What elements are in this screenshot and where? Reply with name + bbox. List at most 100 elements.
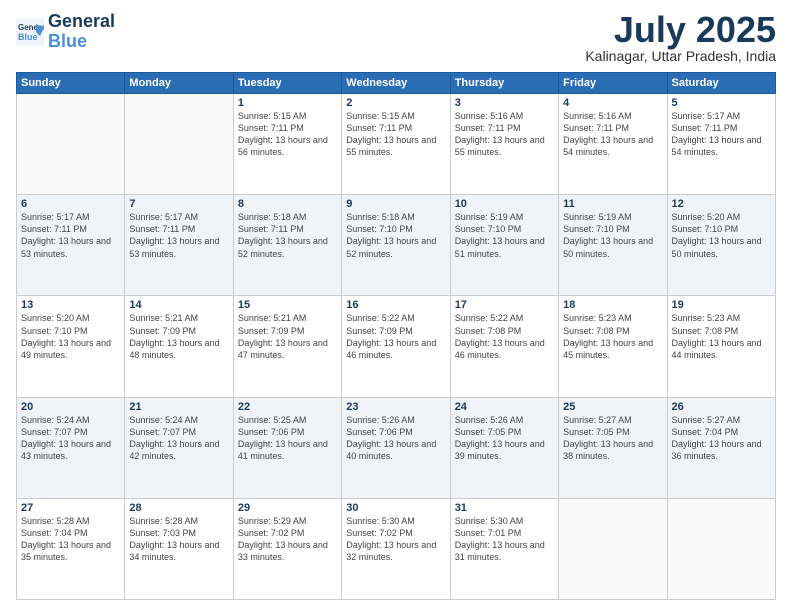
header: General Blue General Blue July 2025 Kali… <box>16 12 776 64</box>
table-row: 27Sunrise: 5:28 AMSunset: 7:04 PMDayligh… <box>17 498 125 599</box>
header-saturday: Saturday <box>667 73 775 94</box>
table-row: 7Sunrise: 5:17 AMSunset: 7:11 PMDaylight… <box>125 195 233 296</box>
day-number: 27 <box>21 502 120 514</box>
day-info: Sunrise: 5:30 AMSunset: 7:01 PMDaylight:… <box>455 515 554 564</box>
table-row: 17Sunrise: 5:22 AMSunset: 7:08 PMDayligh… <box>450 296 558 397</box>
day-number: 18 <box>563 299 662 311</box>
day-number: 12 <box>672 198 771 210</box>
month-title: July 2025 <box>585 12 776 48</box>
day-number: 7 <box>129 198 228 210</box>
day-number: 20 <box>21 401 120 413</box>
day-number: 30 <box>346 502 445 514</box>
table-row: 21Sunrise: 5:24 AMSunset: 7:07 PMDayligh… <box>125 397 233 498</box>
calendar-week-row: 20Sunrise: 5:24 AMSunset: 7:07 PMDayligh… <box>17 397 776 498</box>
day-number: 15 <box>238 299 337 311</box>
logo: General Blue General Blue <box>16 12 115 52</box>
svg-text:Blue: Blue <box>18 32 38 42</box>
day-number: 16 <box>346 299 445 311</box>
table-row <box>125 94 233 195</box>
day-number: 1 <box>238 97 337 109</box>
day-info: Sunrise: 5:23 AMSunset: 7:08 PMDaylight:… <box>563 312 662 361</box>
day-info: Sunrise: 5:28 AMSunset: 7:03 PMDaylight:… <box>129 515 228 564</box>
calendar-table: Sunday Monday Tuesday Wednesday Thursday… <box>16 72 776 600</box>
day-number: 10 <box>455 198 554 210</box>
day-number: 6 <box>21 198 120 210</box>
day-info: Sunrise: 5:24 AMSunset: 7:07 PMDaylight:… <box>21 414 120 463</box>
title-block: July 2025 Kalinagar, Uttar Pradesh, Indi… <box>585 12 776 64</box>
table-row: 11Sunrise: 5:19 AMSunset: 7:10 PMDayligh… <box>559 195 667 296</box>
day-number: 5 <box>672 97 771 109</box>
table-row: 1Sunrise: 5:15 AMSunset: 7:11 PMDaylight… <box>233 94 341 195</box>
header-sunday: Sunday <box>17 73 125 94</box>
table-row <box>667 498 775 599</box>
day-number: 28 <box>129 502 228 514</box>
day-info: Sunrise: 5:17 AMSunset: 7:11 PMDaylight:… <box>129 211 228 260</box>
table-row: 28Sunrise: 5:28 AMSunset: 7:03 PMDayligh… <box>125 498 233 599</box>
day-info: Sunrise: 5:15 AMSunset: 7:11 PMDaylight:… <box>346 110 445 159</box>
table-row: 16Sunrise: 5:22 AMSunset: 7:09 PMDayligh… <box>342 296 450 397</box>
table-row: 23Sunrise: 5:26 AMSunset: 7:06 PMDayligh… <box>342 397 450 498</box>
header-tuesday: Tuesday <box>233 73 341 94</box>
day-number: 19 <box>672 299 771 311</box>
day-number: 23 <box>346 401 445 413</box>
day-number: 9 <box>346 198 445 210</box>
day-info: Sunrise: 5:28 AMSunset: 7:04 PMDaylight:… <box>21 515 120 564</box>
day-info: Sunrise: 5:24 AMSunset: 7:07 PMDaylight:… <box>129 414 228 463</box>
day-info: Sunrise: 5:16 AMSunset: 7:11 PMDaylight:… <box>563 110 662 159</box>
day-info: Sunrise: 5:20 AMSunset: 7:10 PMDaylight:… <box>21 312 120 361</box>
day-info: Sunrise: 5:30 AMSunset: 7:02 PMDaylight:… <box>346 515 445 564</box>
table-row: 4Sunrise: 5:16 AMSunset: 7:11 PMDaylight… <box>559 94 667 195</box>
day-info: Sunrise: 5:22 AMSunset: 7:08 PMDaylight:… <box>455 312 554 361</box>
table-row: 26Sunrise: 5:27 AMSunset: 7:04 PMDayligh… <box>667 397 775 498</box>
day-info: Sunrise: 5:26 AMSunset: 7:06 PMDaylight:… <box>346 414 445 463</box>
table-row: 5Sunrise: 5:17 AMSunset: 7:11 PMDaylight… <box>667 94 775 195</box>
logo-icon: General Blue <box>16 18 44 46</box>
day-info: Sunrise: 5:20 AMSunset: 7:10 PMDaylight:… <box>672 211 771 260</box>
day-info: Sunrise: 5:27 AMSunset: 7:04 PMDaylight:… <box>672 414 771 463</box>
day-number: 2 <box>346 97 445 109</box>
day-info: Sunrise: 5:18 AMSunset: 7:11 PMDaylight:… <box>238 211 337 260</box>
table-row <box>17 94 125 195</box>
table-row: 13Sunrise: 5:20 AMSunset: 7:10 PMDayligh… <box>17 296 125 397</box>
table-row: 18Sunrise: 5:23 AMSunset: 7:08 PMDayligh… <box>559 296 667 397</box>
table-row: 25Sunrise: 5:27 AMSunset: 7:05 PMDayligh… <box>559 397 667 498</box>
day-info: Sunrise: 5:18 AMSunset: 7:10 PMDaylight:… <box>346 211 445 260</box>
table-row: 15Sunrise: 5:21 AMSunset: 7:09 PMDayligh… <box>233 296 341 397</box>
header-thursday: Thursday <box>450 73 558 94</box>
day-info: Sunrise: 5:23 AMSunset: 7:08 PMDaylight:… <box>672 312 771 361</box>
table-row: 24Sunrise: 5:26 AMSunset: 7:05 PMDayligh… <box>450 397 558 498</box>
day-info: Sunrise: 5:16 AMSunset: 7:11 PMDaylight:… <box>455 110 554 159</box>
day-info: Sunrise: 5:21 AMSunset: 7:09 PMDaylight:… <box>238 312 337 361</box>
table-row: 9Sunrise: 5:18 AMSunset: 7:10 PMDaylight… <box>342 195 450 296</box>
day-number: 21 <box>129 401 228 413</box>
day-info: Sunrise: 5:26 AMSunset: 7:05 PMDaylight:… <box>455 414 554 463</box>
day-info: Sunrise: 5:19 AMSunset: 7:10 PMDaylight:… <box>455 211 554 260</box>
location-subtitle: Kalinagar, Uttar Pradesh, India <box>585 48 776 64</box>
table-row: 22Sunrise: 5:25 AMSunset: 7:06 PMDayligh… <box>233 397 341 498</box>
day-number: 25 <box>563 401 662 413</box>
day-number: 14 <box>129 299 228 311</box>
logo-text: General Blue <box>48 12 115 52</box>
day-number: 22 <box>238 401 337 413</box>
weekday-header-row: Sunday Monday Tuesday Wednesday Thursday… <box>17 73 776 94</box>
day-number: 13 <box>21 299 120 311</box>
day-number: 8 <box>238 198 337 210</box>
calendar-page: General Blue General Blue July 2025 Kali… <box>0 0 792 612</box>
calendar-week-row: 13Sunrise: 5:20 AMSunset: 7:10 PMDayligh… <box>17 296 776 397</box>
table-row: 19Sunrise: 5:23 AMSunset: 7:08 PMDayligh… <box>667 296 775 397</box>
table-row: 12Sunrise: 5:20 AMSunset: 7:10 PMDayligh… <box>667 195 775 296</box>
calendar-week-row: 27Sunrise: 5:28 AMSunset: 7:04 PMDayligh… <box>17 498 776 599</box>
day-number: 11 <box>563 198 662 210</box>
day-number: 31 <box>455 502 554 514</box>
table-row: 14Sunrise: 5:21 AMSunset: 7:09 PMDayligh… <box>125 296 233 397</box>
day-info: Sunrise: 5:17 AMSunset: 7:11 PMDaylight:… <box>21 211 120 260</box>
day-info: Sunrise: 5:25 AMSunset: 7:06 PMDaylight:… <box>238 414 337 463</box>
table-row: 8Sunrise: 5:18 AMSunset: 7:11 PMDaylight… <box>233 195 341 296</box>
table-row: 29Sunrise: 5:29 AMSunset: 7:02 PMDayligh… <box>233 498 341 599</box>
day-number: 4 <box>563 97 662 109</box>
table-row: 30Sunrise: 5:30 AMSunset: 7:02 PMDayligh… <box>342 498 450 599</box>
table-row: 2Sunrise: 5:15 AMSunset: 7:11 PMDaylight… <box>342 94 450 195</box>
table-row <box>559 498 667 599</box>
day-info: Sunrise: 5:22 AMSunset: 7:09 PMDaylight:… <box>346 312 445 361</box>
table-row: 6Sunrise: 5:17 AMSunset: 7:11 PMDaylight… <box>17 195 125 296</box>
